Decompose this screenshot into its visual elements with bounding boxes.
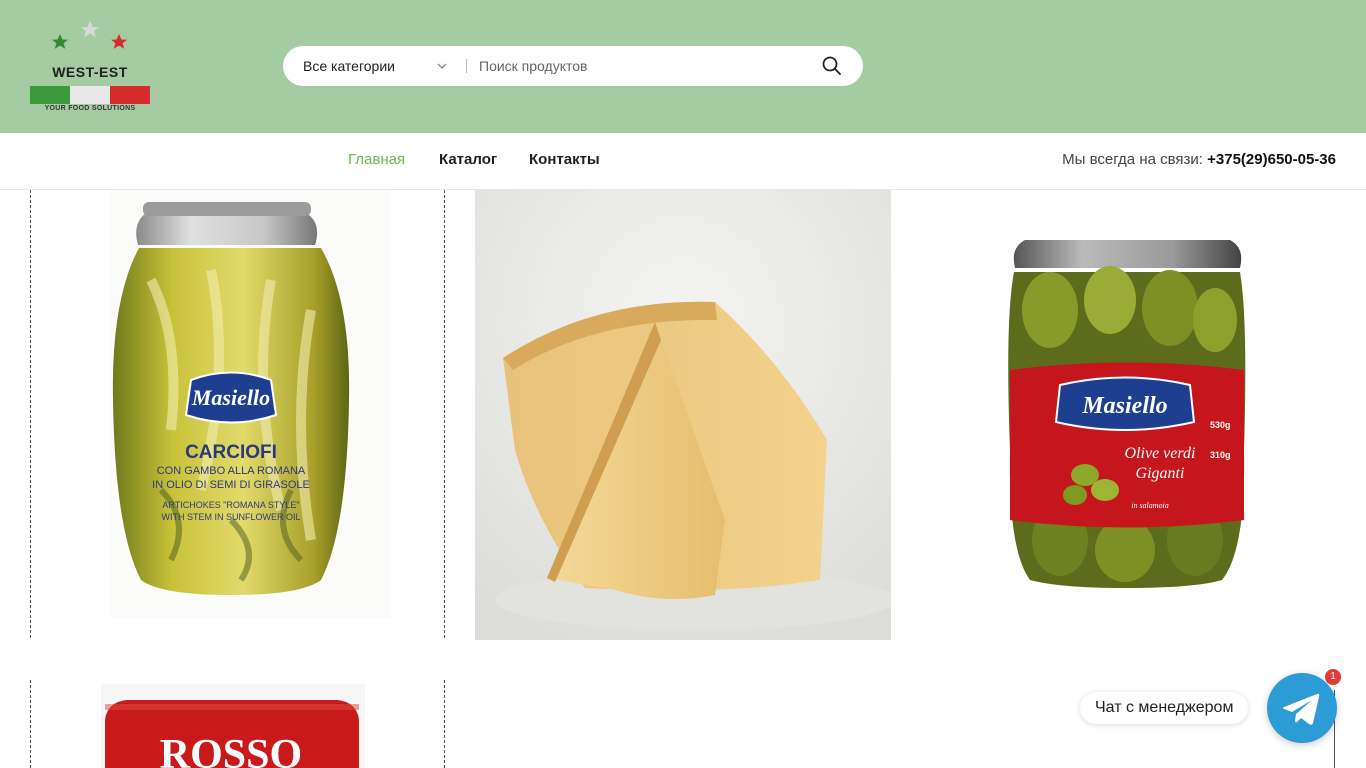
svg-text:CARCIOFI: CARCIOFI [185, 442, 277, 463]
logo-tagline: YOUR FOOD SOLUTIONS [44, 105, 136, 112]
svg-text:ARTICHOKES "ROMANA STYLE": ARTICHOKES "ROMANA STYLE" [162, 500, 299, 510]
svg-text:Masiello: Masiello [1081, 393, 1167, 419]
header: WEST-EST YOUR FOOD SOLUTIONS Все категор… [0, 0, 1366, 133]
category-select[interactable]: Все категории [303, 46, 395, 86]
nav-contacts[interactable]: Контакты [529, 151, 600, 168]
svg-text:WITH STEM IN SUNFLOWER OIL: WITH STEM IN SUNFLOWER OIL [161, 512, 300, 522]
chevron-down-icon[interactable] [436, 60, 448, 72]
flag-red [110, 86, 150, 104]
artichoke-jar-image: Masiello CARCIOFI CON GAMBO ALLA ROMANA … [111, 190, 391, 618]
product-card-cheese[interactable] [475, 190, 891, 640]
site-logo[interactable]: WEST-EST YOUR FOOD SOLUTIONS [30, 20, 150, 114]
telegram-icon [1283, 693, 1320, 725]
svg-text:Masiello: Masiello [191, 385, 270, 410]
search-bar: Все категории [283, 46, 863, 86]
product-card-artichokes[interactable]: Masiello CARCIOFI CON GAMBO ALLA ROMANA … [30, 190, 445, 638]
olive-jar-image: Masiello Olive verdi Giganti 530g 310g i… [1008, 240, 1246, 588]
cheese-image [475, 190, 891, 640]
flag-green [30, 86, 70, 104]
svg-text:530g: 530g [1210, 420, 1231, 430]
search-input[interactable] [479, 51, 799, 81]
flag-white [70, 86, 110, 104]
main-nav: Главная Каталог Контакты Мы всегда на св… [0, 133, 1366, 190]
product-card-olives[interactable]: Masiello Olive verdi Giganti 530g 310g i… [910, 190, 1340, 640]
product-card-rosso[interactable]: ROSSO [30, 680, 445, 768]
svg-text:Giganti: Giganti [1136, 465, 1185, 482]
logo-wordmark: WEST-EST [52, 64, 128, 80]
stars-icon [52, 21, 127, 49]
svg-text:310g: 310g [1210, 450, 1231, 460]
svg-text:IN OLIO DI SEMI DI GIRASOLE: IN OLIO DI SEMI DI GIRASOLE [152, 479, 310, 491]
svg-text:in salamoia: in salamoia [1131, 501, 1169, 510]
logo-flag [30, 86, 150, 104]
rosso-logo: ROSSO [160, 732, 302, 768]
tomato-can-image: ROSSO [101, 684, 365, 768]
nav-home[interactable]: Главная [348, 151, 405, 168]
svg-text:CON GAMBO ALLA ROMANA: CON GAMBO ALLA ROMANA [157, 465, 306, 477]
search-divider [466, 59, 467, 73]
chat-label[interactable]: Чат с менеджером [1080, 692, 1249, 724]
nav-catalog[interactable]: Каталог [439, 151, 497, 168]
chat-button[interactable] [1267, 673, 1337, 743]
svg-text:Olive verdi: Olive verdi [1125, 445, 1196, 462]
contact-phone[interactable]: +375(29)650-05-36 [1207, 151, 1336, 168]
contact-prefix: Мы всегда на связи: [1062, 151, 1203, 168]
contact-info: Мы всегда на связи: +375(29)650-05-36 [1062, 151, 1336, 168]
chat-badge: 1 [1325, 669, 1341, 685]
search-icon[interactable] [821, 55, 843, 77]
